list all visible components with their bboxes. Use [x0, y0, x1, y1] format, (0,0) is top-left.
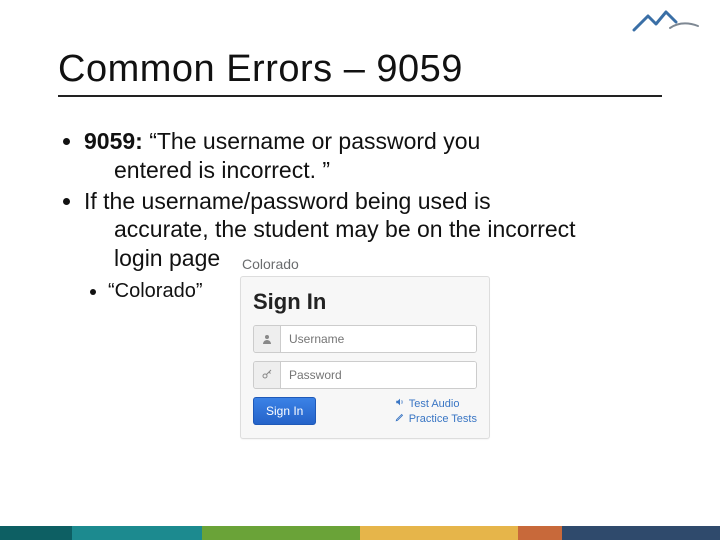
key-icon: [254, 362, 281, 388]
bullet-2-text-b: accurate, the student may be on the inco…: [114, 215, 662, 244]
pencil-icon: [395, 412, 405, 427]
practice-tests-link[interactable]: Practice Tests: [395, 412, 477, 427]
title-underline: [58, 95, 662, 97]
signin-brand: Colorado: [242, 256, 490, 272]
mountain-logo: [632, 6, 702, 43]
username-input[interactable]: [281, 326, 476, 352]
bullet-2-text-a: If the username/password being used is: [84, 188, 491, 214]
username-field-wrap: [253, 325, 477, 353]
test-audio-label: Test Audio: [409, 397, 460, 412]
signin-screenshot: Colorado Sign In Sign In Test Audio: [240, 256, 490, 439]
password-input[interactable]: [281, 362, 476, 388]
bullet-1-text-b: entered is incorrect. ”: [114, 156, 662, 185]
bullet-1-text-a: “The username or password you: [143, 128, 481, 154]
bullet-1-label: 9059:: [84, 128, 143, 154]
signin-button[interactable]: Sign In: [253, 397, 316, 425]
password-field-wrap: [253, 361, 477, 389]
slide-title: Common Errors – 9059: [58, 48, 662, 91]
user-icon: [254, 326, 281, 352]
test-audio-link[interactable]: Test Audio: [395, 397, 477, 412]
footer-color-bar: [0, 526, 720, 540]
speaker-icon: [395, 397, 405, 412]
signin-panel: Sign In Sign In Test Audio: [240, 276, 490, 439]
bullet-1: 9059: “The username or password you ente…: [84, 127, 662, 185]
signin-links: Test Audio Practice Tests: [395, 397, 477, 428]
practice-tests-label: Practice Tests: [409, 412, 477, 427]
signin-heading: Sign In: [253, 289, 477, 315]
